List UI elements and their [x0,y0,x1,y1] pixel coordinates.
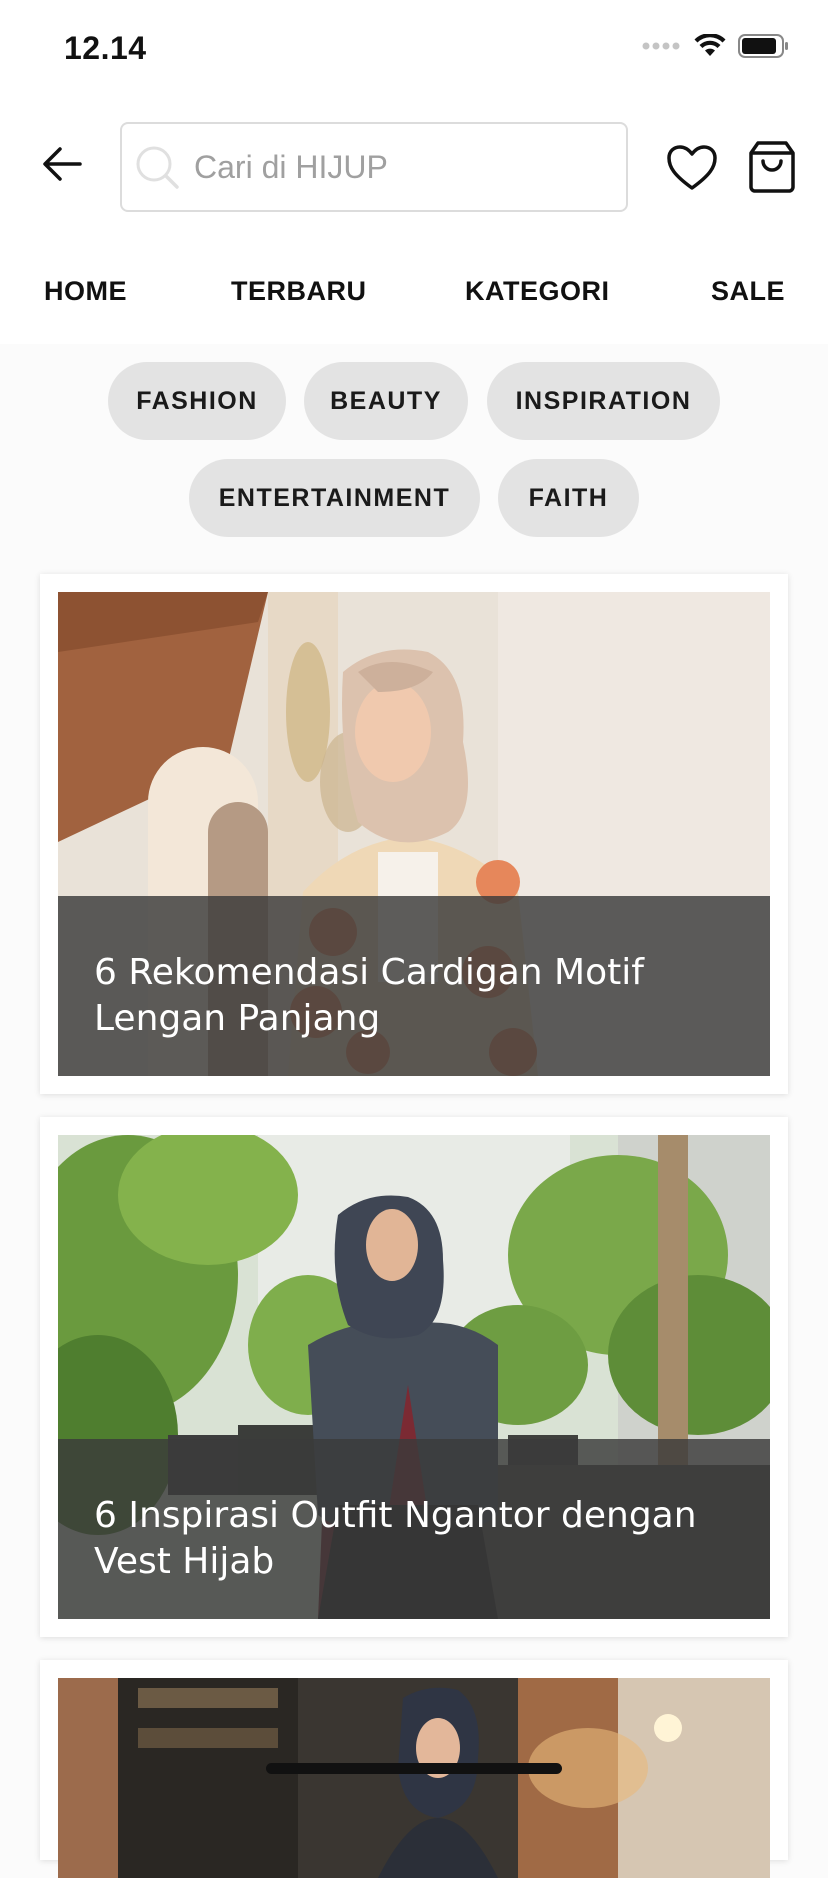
back-button[interactable] [40,142,84,186]
article-title: 6 Rekomendasi Cardigan Motif Lengan Panj… [94,952,644,1039]
search-icon [134,144,180,190]
top-nav: HOME TERBARU KATEGORI SALE [0,236,828,344]
arrow-left-icon [43,147,82,181]
nav-item-home[interactable]: HOME [44,276,127,307]
article-title-overlay: 6 Rekomendasi Cardigan Motif Lengan Panj… [58,896,770,1076]
article-image: 6 Rekomendasi Cardigan Motif Lengan Panj… [58,592,770,1076]
article-card[interactable]: 6 Rekomendasi Cardigan Motif Lengan Panj… [40,574,788,1094]
chip-entertainment[interactable]: ENTERTAINMENT [189,459,480,537]
battery-icon [738,34,788,58]
wifi-icon [694,34,726,56]
article-image [58,1678,770,1878]
status-time: 12.14 [64,30,147,66]
chip-fashion[interactable]: FASHION [108,362,286,440]
category-chips: FASHION BEAUTY INSPIRATION ENTERTAINMENT… [0,344,828,564]
article-image: 6 Inspirasi Outfit Ngantor dengan Vest H… [58,1135,770,1619]
header [0,100,828,236]
status-icons [642,34,790,58]
chip-faith[interactable]: FAITH [498,459,639,537]
chip-inspiration[interactable]: INSPIRATION [487,362,720,440]
article-card[interactable] [40,1660,788,1878]
heart-icon [667,145,717,190]
wishlist-button[interactable] [666,144,718,192]
home-indicator [266,1763,562,1774]
nav-item-terbaru[interactable]: TERBARU [231,276,367,307]
search-box[interactable] [120,122,628,212]
article-title-overlay: 6 Inspirasi Outfit Ngantor dengan Vest H… [58,1439,770,1619]
signal-dots-icon [642,42,680,50]
cart-button[interactable] [748,140,796,194]
article-card[interactable]: 6 Inspirasi Outfit Ngantor dengan Vest H… [40,1117,788,1637]
shopping-bag-icon [749,141,795,193]
nav-item-sale[interactable]: SALE [711,276,785,307]
status-bar: 12.14 [0,0,828,100]
chip-beauty[interactable]: BEAUTY [304,362,468,440]
article-title: 6 Inspirasi Outfit Ngantor dengan Vest H… [94,1495,697,1582]
search-input[interactable] [192,147,596,187]
nav-item-kategori[interactable]: KATEGORI [465,276,610,307]
